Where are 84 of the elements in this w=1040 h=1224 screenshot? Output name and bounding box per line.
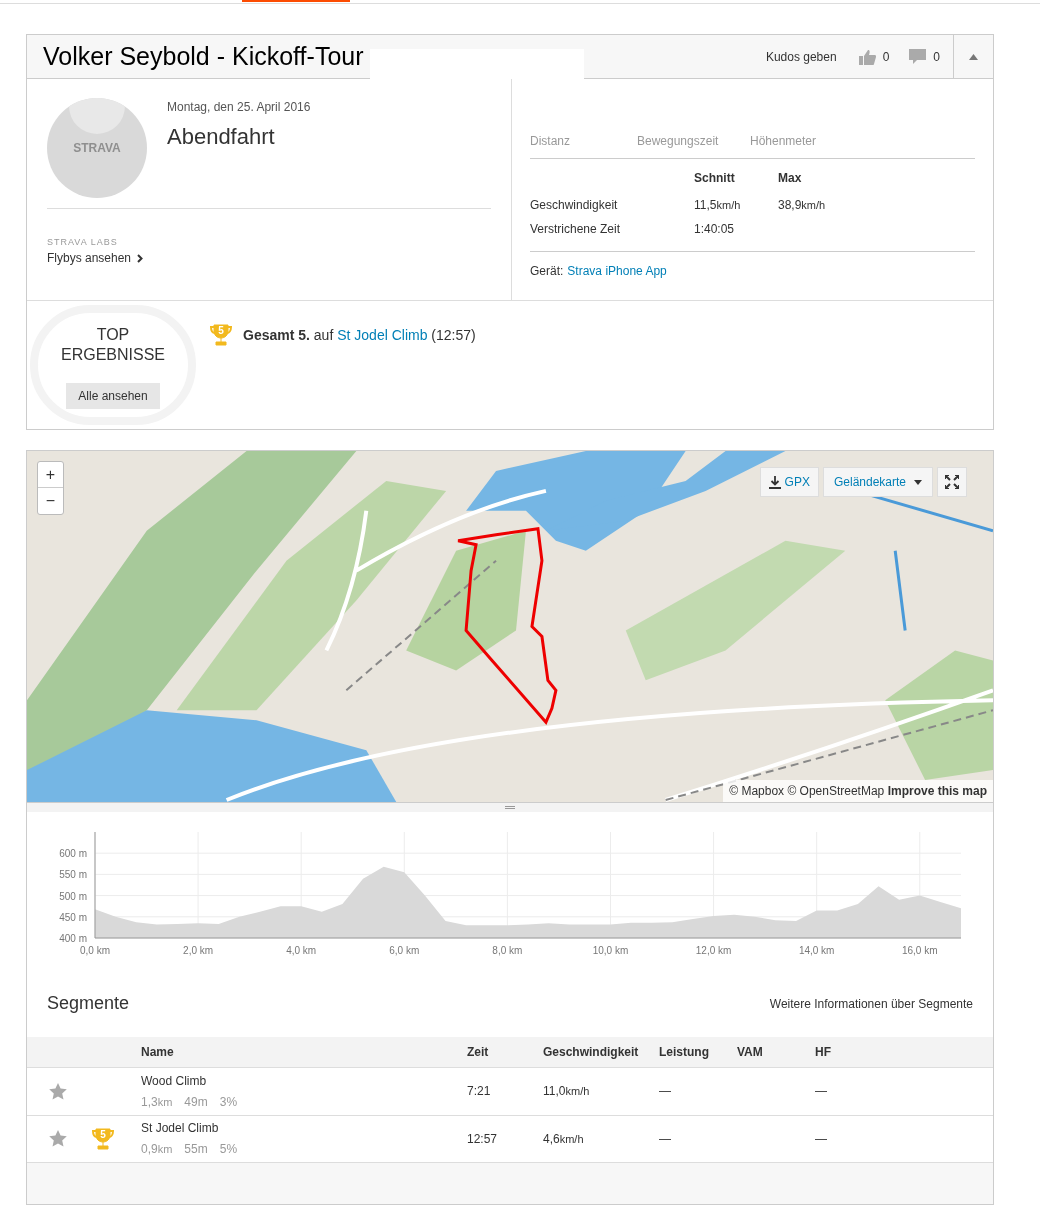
download-icon xyxy=(768,475,781,489)
segment-grade: 5% xyxy=(219,1141,238,1158)
thumbs-up-icon xyxy=(858,48,876,65)
stat-label: Distanz xyxy=(530,133,571,150)
attribution-text: © Mapbox © OpenStreetMap xyxy=(729,784,885,798)
segment-link[interactable]: St Jodel Climb xyxy=(337,326,428,343)
segment-elevation: 55m xyxy=(184,1141,208,1158)
table-cell: 12:57 xyxy=(467,1115,543,1162)
zoom-in-button[interactable]: + xyxy=(38,462,63,488)
stat-value: 38,9km/h xyxy=(778,197,827,214)
table-cell: — xyxy=(659,1068,737,1115)
star-icon[interactable] xyxy=(49,1082,67,1100)
y-tick-label: 400 m xyxy=(59,933,87,944)
segment-distance: 1,3km xyxy=(141,1093,173,1111)
star-icon[interactable] xyxy=(49,1130,67,1147)
device-label: Gerät: xyxy=(530,263,564,280)
device-link[interactable]: Strava iPhone App xyxy=(567,262,667,280)
improve-map-link[interactable]: Improve this map xyxy=(887,784,987,798)
table-cell: — xyxy=(659,1115,737,1162)
column-header: Zeit xyxy=(467,1044,490,1061)
y-tick-label: 450 m xyxy=(59,911,87,923)
y-tick-label: 550 m xyxy=(59,869,87,881)
column-header: Schnitt xyxy=(694,169,778,193)
activity-name: Abendfahrt xyxy=(167,123,276,151)
table-cell: — xyxy=(815,1115,993,1162)
table-cell: 11,0km/h xyxy=(543,1068,659,1115)
x-tick-label: 14,0 km xyxy=(798,945,835,956)
flybys-link[interactable]: Flybys ansehen xyxy=(47,249,491,267)
stat-value: 11,5km/h xyxy=(694,193,778,217)
column-header: HF xyxy=(815,1044,831,1061)
y-tick-label: 600 m xyxy=(59,848,87,860)
zoom-out-button[interactable]: − xyxy=(38,488,63,514)
table-cell: 7:21 xyxy=(467,1068,543,1115)
row-label: Verstrichene Zeit xyxy=(530,217,694,241)
x-tick-label: 10,0 km xyxy=(592,945,629,956)
activity-date: Montag, den 25. April 2016 xyxy=(167,99,311,116)
segment-grade: 3% xyxy=(219,1093,238,1111)
segment-name[interactable]: Wood Climb xyxy=(141,1071,467,1090)
segment-name[interactable]: St Jodel Climb xyxy=(141,1119,467,1137)
row-label: Geschwindigkeit xyxy=(530,193,694,217)
caret-down-icon xyxy=(914,479,922,485)
stat-value: 1:40:05 xyxy=(694,221,736,238)
y-tick-label: 500 m xyxy=(59,890,87,902)
resize-handle[interactable] xyxy=(505,806,515,809)
stat-label: Bewegungszeit xyxy=(637,133,720,150)
segment-elevation: 49m xyxy=(184,1093,208,1111)
column-header: Leistung xyxy=(659,1044,710,1061)
results-title: ERGEBNISSE xyxy=(61,345,165,365)
trophy-badge: 5 xyxy=(91,1126,115,1151)
labs-label: STRAVA LABS xyxy=(47,237,119,247)
map-type-dropdown[interactable]: Geländekarte xyxy=(822,467,933,497)
fullscreen-button[interactable] xyxy=(937,467,967,497)
segment-distance: 0,9km xyxy=(141,1141,173,1158)
table-cell: 4,6km/h xyxy=(543,1115,659,1162)
activity-title: Volker Seybold - Kickoff-Tour xyxy=(43,40,364,72)
x-tick-label: 6,0 km xyxy=(389,945,420,956)
kudos-button[interactable]: Kudos geben xyxy=(765,47,837,66)
kudos-count: 0 xyxy=(882,48,890,66)
segments-info-link[interactable]: Weitere Informationen über Segmente xyxy=(769,994,973,1013)
x-tick-label: 8,0 km xyxy=(492,945,523,956)
gpx-button[interactable]: GPX xyxy=(759,467,819,497)
map[interactable]: + − GPX Geländekarte © Mapbox © OpenStreetMap Improve this map xyxy=(27,451,993,802)
chevron-right-icon xyxy=(137,253,144,263)
expand-icon xyxy=(945,475,959,489)
stat-label: Höhenmeter xyxy=(750,133,817,150)
x-tick-label: 4,0 km xyxy=(286,945,317,956)
column-header: Geschwindigkeit xyxy=(543,1044,640,1061)
results-title: TOP xyxy=(96,325,130,345)
trophy-badge: 5 xyxy=(209,323,233,347)
caret-up-icon xyxy=(969,53,978,60)
comment-count: 0 xyxy=(933,48,940,66)
x-tick-label: 16,0 km xyxy=(901,945,938,956)
x-tick-label: 12,0 km xyxy=(695,945,732,956)
view-all-button[interactable]: Alle ansehen xyxy=(66,383,160,409)
segments-title: Segmente xyxy=(47,992,130,1015)
table-cell: — xyxy=(815,1068,993,1115)
column-header: Max xyxy=(778,170,803,187)
avatar-logo-text: STRAVA xyxy=(73,140,121,157)
comment-icon xyxy=(909,48,927,65)
x-tick-label: 0,0 km xyxy=(80,945,110,956)
achievement-text: Gesamt 5. auf St Jodel Climb (12:57) xyxy=(243,325,476,345)
column-header: VAM xyxy=(737,1044,764,1061)
x-tick-label: 2,0 km xyxy=(183,945,214,956)
column-header: Name xyxy=(141,1044,175,1061)
